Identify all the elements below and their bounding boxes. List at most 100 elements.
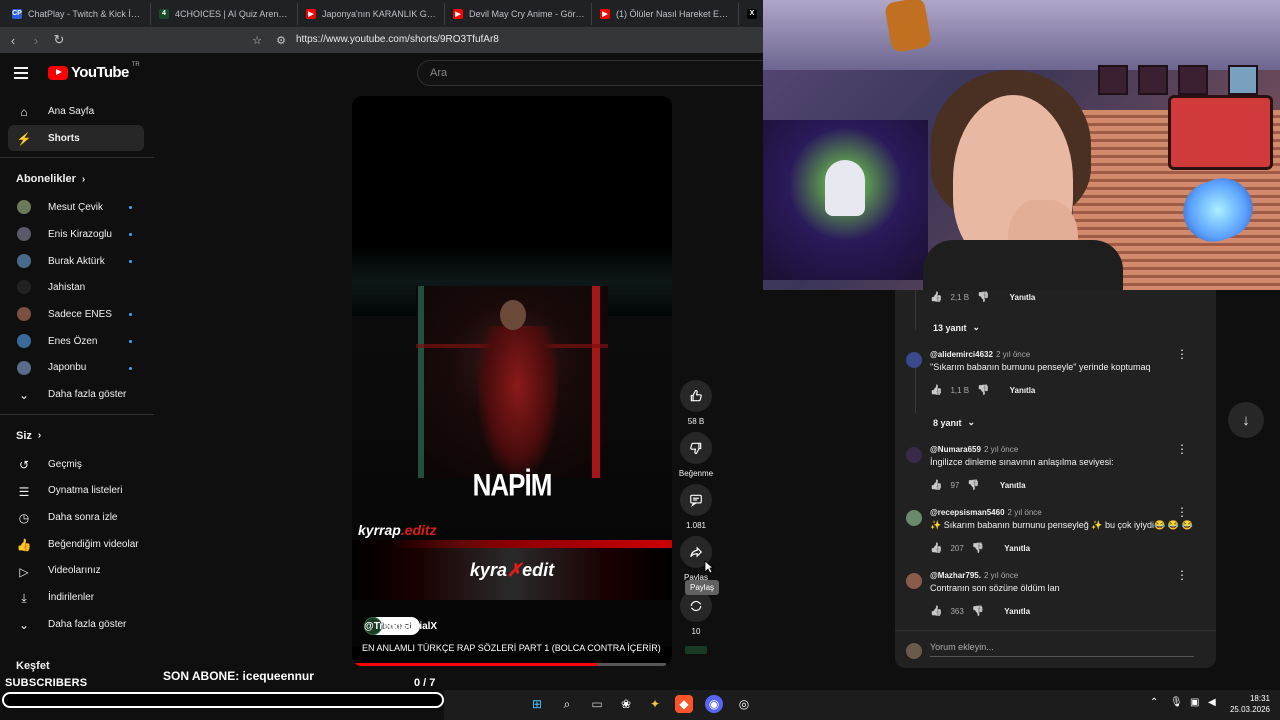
task-view-icon[interactable]: ▭ xyxy=(588,695,606,713)
new-content-dot xyxy=(129,233,132,237)
site-info-icon[interactable]: ⚙ xyxy=(272,31,290,49)
subscription-item[interactable]: Enis Kirazoglu xyxy=(0,221,154,248)
clock[interactable]: 18:31 25.03.2026 xyxy=(1228,693,1270,715)
like-button[interactable] xyxy=(680,380,712,412)
browser-tab[interactable]: CP ChatPlay - Twitch & Kick İzleyic xyxy=(6,2,151,25)
subscription-item[interactable]: Enes Özen xyxy=(0,328,154,355)
subscription-item[interactable]: Japonbu xyxy=(0,355,154,382)
commenter-avatar[interactable] xyxy=(906,573,922,589)
watermark-logo: kyra✗edit xyxy=(469,560,555,580)
sidebar-item-you[interactable]: 👍 Beğendiğim videolar xyxy=(0,531,154,558)
reply-button[interactable]: Yanıtla xyxy=(1004,544,1030,553)
subscriptions-heading[interactable]: Abonelikler › xyxy=(0,164,154,194)
user-avatar[interactable] xyxy=(906,643,922,659)
brave-browser-icon[interactable]: ◆ xyxy=(675,695,693,713)
chevron-down-icon: ⌄ xyxy=(18,618,30,632)
address-bar[interactable]: https://www.youtube.com/shorts/9RO3TfufA… xyxy=(296,34,499,45)
youtube-logo[interactable]: YouTube TR xyxy=(48,62,140,81)
replies-toggle[interactable]: 13 yanıt ⌄ xyxy=(933,322,980,333)
comment-author[interactable]: @Mazhar795. 2 yıl önce xyxy=(930,571,1018,580)
thumbs-down-icon[interactable]: 👎 xyxy=(977,292,989,303)
bookmark-icon[interactable]: ☆ xyxy=(248,31,266,49)
tab-title: ChatPlay - Twitch & Kick İzleyic xyxy=(28,8,144,19)
comment-author[interactable]: @recepsisman5460 2 yıl önce xyxy=(930,508,1042,517)
commenter-avatar[interactable] xyxy=(906,352,922,368)
subscription-item[interactable]: Mesut Çevik xyxy=(0,194,154,221)
more-options-icon[interactable]: ⋮ xyxy=(1176,442,1188,456)
reply-button[interactable]: Yanıtla xyxy=(1010,293,1036,302)
reload-icon[interactable]: ↻ xyxy=(49,30,69,50)
you-heading[interactable]: Siz › xyxy=(0,421,154,451)
browser-tab[interactable]: ▶ Japonya'nın KARANLIK Gerçeğ xyxy=(300,2,445,25)
thumbs-down-icon[interactable]: 👎 xyxy=(977,385,989,396)
subscription-item[interactable]: Jahistan xyxy=(0,274,154,301)
4choices-icon: 4 xyxy=(159,8,169,19)
sidebar-item-you[interactable]: ☰ Oynatma listeleri xyxy=(0,478,154,505)
app-icon[interactable]: ✦ xyxy=(646,695,664,713)
commenter-avatar[interactable] xyxy=(906,510,922,526)
search-input[interactable]: Ara xyxy=(417,60,763,86)
chatgpt-icon[interactable]: ❀ xyxy=(617,695,635,713)
reply-button[interactable]: Yanıtla xyxy=(1010,386,1036,395)
thumbs-down-icon[interactable]: 👎 xyxy=(972,543,984,554)
comment-author[interactable]: @alidemirci4632 2 yıl önce xyxy=(930,350,1030,359)
sidebar-item-you[interactable]: ▷ Videolarınız xyxy=(0,558,154,585)
add-comment-input[interactable]: Yorum ekleyin... xyxy=(930,642,1194,657)
forward-icon[interactable]: › xyxy=(26,30,46,50)
sidebar: ⌂ Ana Sayfa ⚡ Shorts Abonelikler › Mesut Çevik… xyxy=(0,98,154,638)
like-icon: 👍 xyxy=(16,537,32,552)
sidebar-item-you[interactable]: ⌄ Daha fazla göster xyxy=(0,611,154,638)
browser-tab[interactable]: 4 4CHOICES | AI Quiz Arenası ve xyxy=(153,2,298,25)
commenter-avatar[interactable] xyxy=(906,447,922,463)
playlist-icon: ☰ xyxy=(18,484,30,499)
more-options-icon[interactable]: ⋮ xyxy=(1176,347,1188,361)
more-options-icon[interactable]: ⋮ xyxy=(1176,568,1188,582)
thumbs-up-icon[interactable]: 👍 xyxy=(930,480,942,491)
channel-name[interactable]: @TrendSocialX xyxy=(364,621,437,632)
show-more-subscriptions[interactable]: ⌄ Daha fazla göster xyxy=(0,381,154,408)
last-subscriber: SON ABONE: icequeennur xyxy=(163,669,314,683)
thumbs-up-icon[interactable]: 👍 xyxy=(930,292,942,303)
replies-toggle[interactable]: 8 yanıt ⌄ xyxy=(933,417,975,428)
video-title[interactable]: EN ANLAMLI TÜRKÇE RAP SÖZLERİ PART 1 (BO… xyxy=(362,643,661,653)
subscription-item[interactable]: Burak Aktürk xyxy=(0,248,154,275)
progress-bar[interactable] xyxy=(352,663,666,666)
thumbs-up-icon[interactable]: 👍 xyxy=(930,385,942,396)
reply-button[interactable]: Yanıtla xyxy=(1004,607,1030,616)
obs-icon[interactable]: ◎ xyxy=(735,695,753,713)
sidebar-item-you[interactable]: ↺ Geçmiş xyxy=(0,451,154,478)
comment-author[interactable]: @Numara659 2 yıl önce xyxy=(930,445,1018,454)
shorts-player[interactable]: NAPİM kyrrap.editz kyra✗edit @TrendSocia… xyxy=(352,96,672,666)
microphone-icon[interactable]: 🎙 xyxy=(1170,697,1183,708)
back-icon[interactable]: ‹ xyxy=(3,30,23,50)
windows-start-icon[interactable]: ⊞ xyxy=(528,695,546,713)
chevron-right-icon: › xyxy=(37,430,42,442)
browser-tab[interactable]: ▶ (1) Ölüler Nasıl Hareket Ediyor xyxy=(594,2,739,25)
network-icon[interactable]: ▣ xyxy=(1190,697,1199,708)
author-handle: @recepsisman5460 xyxy=(930,508,1005,517)
subscription-label: Enis Kirazoglu xyxy=(48,228,112,240)
chevron-right-icon: › xyxy=(81,173,86,185)
sound-thumbnail[interactable] xyxy=(680,646,712,654)
tray-chevron-icon[interactable]: ⌃ xyxy=(1150,697,1158,708)
thumbs-down-icon[interactable]: 👎 xyxy=(967,480,979,491)
thumbs-up-icon[interactable]: 👍 xyxy=(930,543,942,554)
arrow-down-icon[interactable]: ↓ xyxy=(1228,402,1264,438)
sidebar-item-you[interactable]: ◷ Daha sonra izle xyxy=(0,504,154,531)
reply-button[interactable]: Yanıtla xyxy=(1000,481,1026,490)
sidebar-item-ana-sayfa[interactable]: ⌂ Ana Sayfa xyxy=(0,98,154,125)
more-options-icon[interactable]: ⋮ xyxy=(1176,505,1188,519)
subscription-item[interactable]: Sadece ENES xyxy=(0,301,154,328)
search-icon[interactable]: ⌕ xyxy=(558,695,576,713)
sidebar-item-shorts[interactable]: ⚡ Shorts xyxy=(8,124,144,152)
dislike-button[interactable] xyxy=(680,432,712,464)
thumbs-up-icon[interactable]: 👍 xyxy=(930,606,942,617)
browser-tab[interactable]: ▶ Devil May Cry Anime - Görev T xyxy=(447,2,592,25)
sidebar-item-you[interactable]: ⤓ İndirilenler xyxy=(0,584,154,611)
divider xyxy=(0,157,154,159)
thumbs-down-icon[interactable]: 👎 xyxy=(972,606,984,617)
comment-button[interactable] xyxy=(680,484,712,516)
volume-icon[interactable]: ◀ xyxy=(1208,697,1216,708)
discord-icon[interactable]: ◉ xyxy=(705,695,723,713)
menu-icon[interactable] xyxy=(14,64,34,80)
